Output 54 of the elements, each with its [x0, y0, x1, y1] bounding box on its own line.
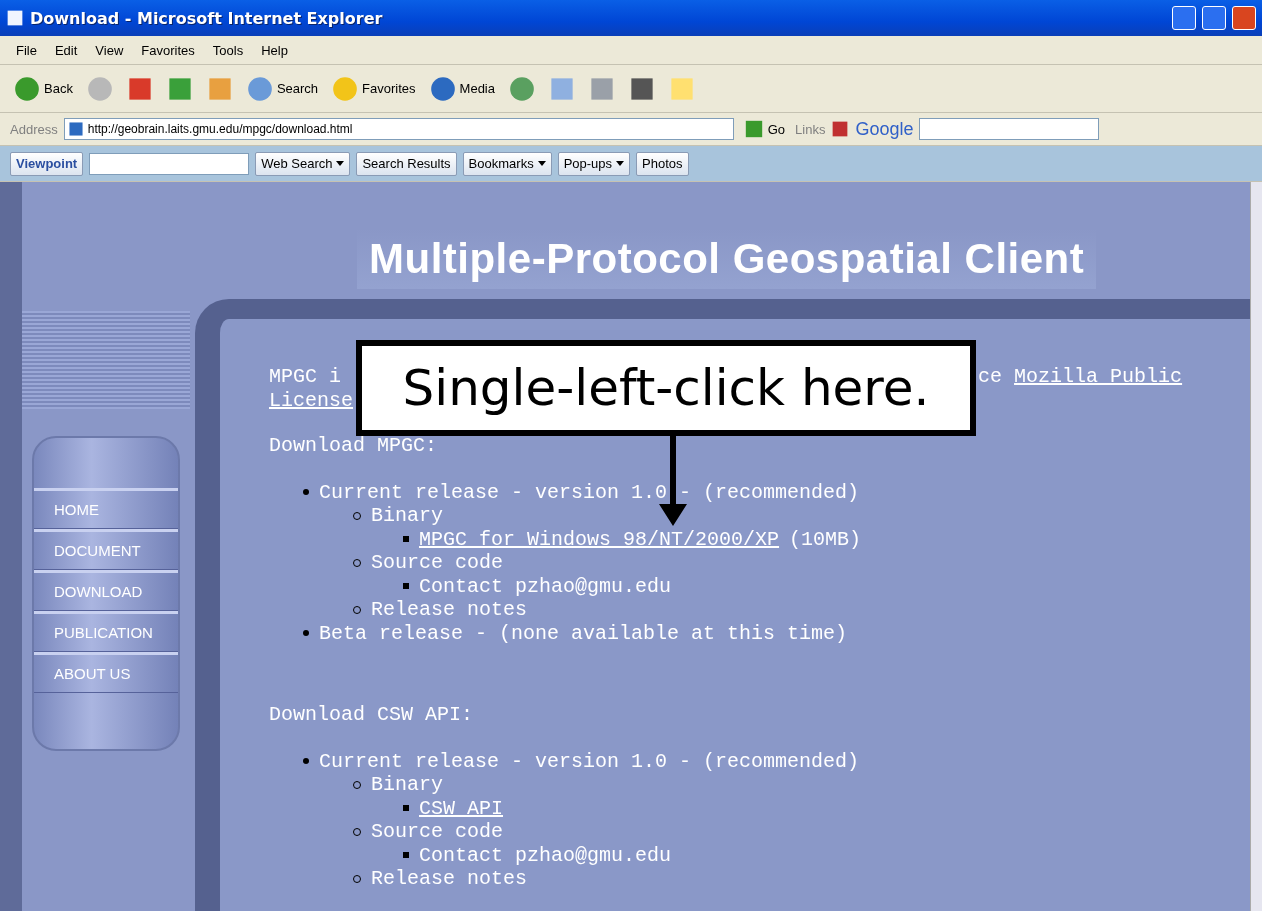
scrollbar[interactable]: [1250, 182, 1262, 911]
menu-item[interactable]: Tools: [206, 40, 250, 60]
intro-text: ce: [978, 365, 1003, 388]
section-heading: Download MPGC:: [269, 434, 439, 458]
minimize-button[interactable]: [1172, 6, 1196, 30]
toolbar-button[interactable]: Search: [242, 73, 323, 104]
go-button[interactable]: Go: [739, 117, 790, 141]
bullet-icon: [403, 852, 409, 859]
list-item-text: Contact pzhao@gmu.edu: [419, 843, 672, 867]
list-item-text: Source code: [371, 820, 504, 844]
list-item-text: Beta release - (none available at this time): [319, 621, 848, 645]
viewpoint-button[interactable]: Viewpoint: [10, 151, 84, 176]
toolbar-button[interactable]: Back: [10, 73, 77, 104]
close-button[interactable]: [1232, 6, 1256, 30]
search-field[interactable]: [89, 152, 250, 175]
toolbar-button[interactable]: Web Search: [255, 151, 351, 176]
caret-icon[interactable]: [537, 160, 546, 167]
toolbar-button[interactable]: Search Results: [356, 151, 457, 176]
maximize-button[interactable]: [1202, 6, 1226, 30]
menu-item[interactable]: Favorites: [135, 40, 201, 60]
section-heading: Download CSW API:: [269, 703, 475, 727]
bullet-icon: [303, 489, 309, 496]
bullet-icon: [303, 630, 309, 637]
list-item-text: Contact pzhao@gmu.edu: [419, 574, 672, 598]
list-item-text: Source code: [371, 551, 504, 575]
address-field[interactable]: http://geobrain.laits.gmu.edu/mpgc/download.html: [63, 118, 734, 140]
window-title: Download - Microsoft Internet Explorer: [30, 8, 384, 28]
google-logo[interactable]: Google: [855, 118, 914, 140]
intro-text: MPGC i: [269, 365, 341, 388]
menu-item[interactable]: Help: [255, 40, 294, 60]
list-item-text: Release notes: [371, 867, 528, 891]
google-search-field[interactable]: [919, 118, 1100, 140]
callout-text: Single-left-click here.: [356, 340, 976, 436]
list-item-text: (10MB): [789, 527, 862, 551]
list-item-text: Current release - version 1.0 - (recommended): [319, 749, 860, 773]
list-item-text: Binary: [371, 773, 443, 797]
toolbar-button[interactable]: Favorites: [328, 73, 420, 104]
address-label: Address: [10, 121, 58, 137]
bullet-icon: [403, 583, 409, 590]
caret-icon[interactable]: [336, 160, 345, 167]
toolbar-button[interactable]: Photos: [636, 151, 689, 176]
toolbar-button[interactable]: Pop-ups: [557, 151, 631, 176]
list-item-text: Current release - version 1.0 - (recommended): [319, 480, 860, 504]
toolbar-button[interactable]: Bookmarks: [462, 151, 552, 176]
bullet-icon: [403, 805, 409, 812]
list-item-text: Binary: [371, 504, 443, 528]
bullet-icon: [403, 536, 409, 543]
toolbar-button[interactable]: Media: [425, 73, 499, 104]
menu-item[interactable]: File: [10, 40, 43, 60]
list-item-text: Release notes: [371, 598, 528, 622]
bullet-icon: [303, 758, 309, 765]
menu-item[interactable]: View: [89, 40, 130, 60]
caret-icon[interactable]: [616, 160, 625, 167]
menu-item[interactable]: Edit: [48, 40, 84, 60]
